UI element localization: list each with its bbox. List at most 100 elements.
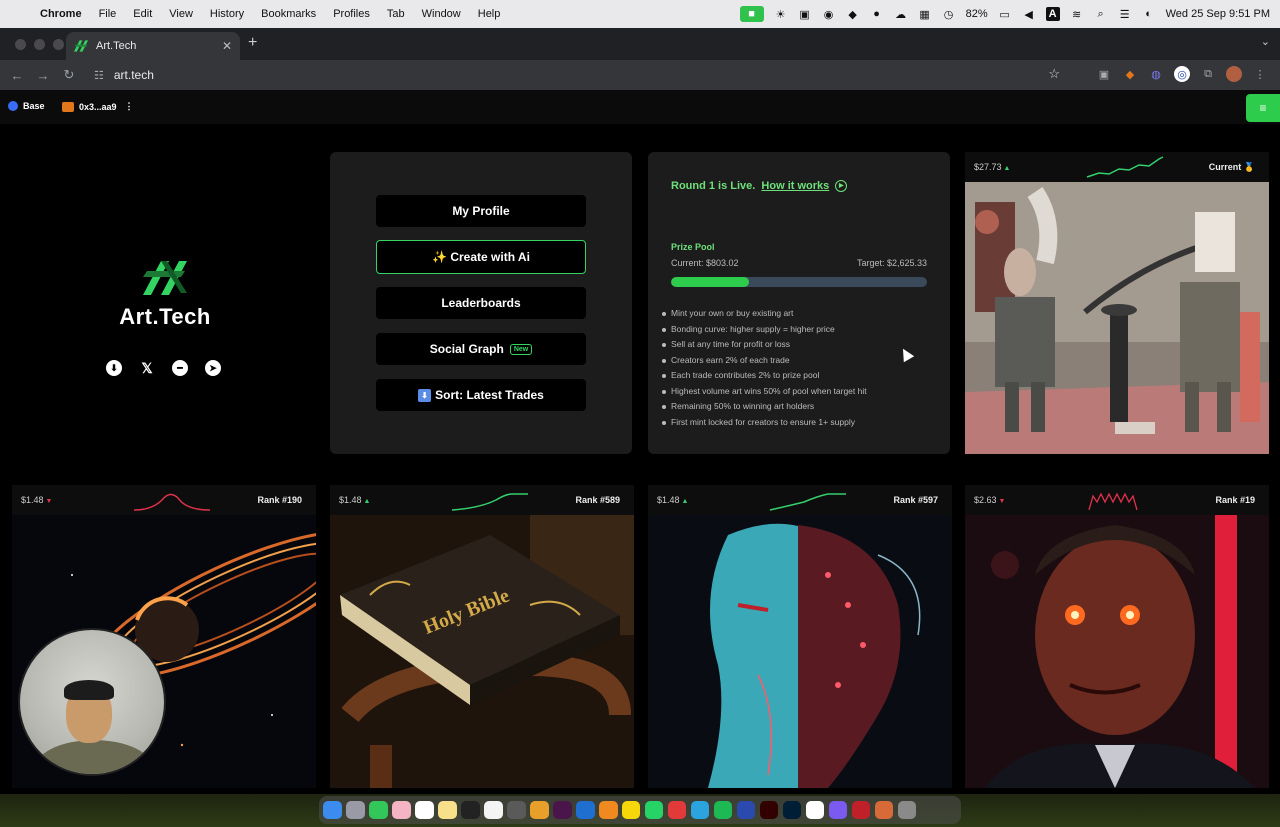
x-twitter-icon[interactable]: 𝕏 xyxy=(139,360,155,376)
news-icon[interactable] xyxy=(483,800,503,820)
play-circle-icon[interactable]: ▶ xyxy=(835,180,848,193)
cloud-icon[interactable]: ☁ xyxy=(894,7,908,21)
menu-tab[interactable]: Tab xyxy=(387,8,405,20)
dev-app-icon[interactable] xyxy=(667,800,687,820)
notes-icon[interactable] xyxy=(437,800,457,820)
art-image-surreal-meeting[interactable] xyxy=(965,182,1269,454)
profile-avatar-icon[interactable] xyxy=(1226,66,1242,82)
chain-selector[interactable]: Base xyxy=(8,101,45,111)
trash-icon[interactable] xyxy=(897,800,917,820)
leaderboards-button[interactable]: Leaderboards xyxy=(376,287,586,319)
art-image-cyborg-woman[interactable] xyxy=(648,515,952,788)
menu-help[interactable]: Help xyxy=(478,8,501,20)
address-bar[interactable]: ☷ art.tech ☆ xyxy=(88,63,1068,87)
close-tab-icon[interactable]: ✕ xyxy=(222,39,232,53)
whatsapp-icon[interactable] xyxy=(644,800,664,820)
rule-item: First mint locked for creators to ensure… xyxy=(662,415,867,431)
menu-history[interactable]: History xyxy=(210,8,244,20)
menu-file[interactable]: File xyxy=(99,8,117,20)
launchpad-icon[interactable] xyxy=(345,800,365,820)
extension-1-icon[interactable]: ▣ xyxy=(1096,66,1112,82)
extension-4-icon[interactable]: ◎ xyxy=(1174,66,1190,82)
tab-search-icon[interactable]: ⌄ xyxy=(1261,35,1270,48)
calendar-icon[interactable] xyxy=(414,800,434,820)
art-card[interactable]: $2.63 ▼ Rank #19 xyxy=(965,485,1269,788)
photos-icon[interactable] xyxy=(391,800,411,820)
app-tray-icon[interactable]: ◆ xyxy=(846,7,860,21)
terminal-icon[interactable] xyxy=(460,800,480,820)
art-tech-logo-icon xyxy=(143,261,187,295)
active-tab[interactable]: Art.Tech ✕ xyxy=(66,32,240,60)
clock-icon[interactable]: ◷ xyxy=(942,7,956,21)
close-window-button[interactable] xyxy=(15,39,26,50)
art-card[interactable]: $1.48 ▲ Rank #597 xyxy=(648,485,952,788)
site-menu-button[interactable]: ≡ xyxy=(1246,94,1280,122)
photoshop-icon[interactable] xyxy=(782,800,802,820)
featured-art-card[interactable]: $27.73 ▲ Current 🥇 xyxy=(965,152,1269,454)
compass-icon[interactable]: ◉ xyxy=(822,7,836,21)
art-image-holy-bible[interactable]: Holy Bible xyxy=(330,515,634,788)
create-with-ai-button[interactable]: ✨ Create with Ai xyxy=(376,240,586,274)
extension-3-icon[interactable]: ◍ xyxy=(1148,66,1164,82)
telegram-icon[interactable]: ➤ xyxy=(205,360,221,376)
site-info-icon[interactable]: ☷ xyxy=(94,69,104,82)
wallet-more-icon[interactable]: ⋮ xyxy=(125,101,134,112)
record-icon[interactable]: ● xyxy=(870,7,884,21)
brand-logo[interactable]: Art.Tech xyxy=(100,257,230,330)
metamask-extension-icon[interactable]: ◆ xyxy=(1122,66,1138,82)
control-center-icon[interactable]: ☰ xyxy=(1118,7,1132,21)
search-icon[interactable]: ⌕ xyxy=(1094,7,1108,21)
menubar-clock[interactable]: Wed 25 Sep 9:51 PM xyxy=(1166,8,1270,20)
chrome-icon[interactable] xyxy=(529,800,549,820)
forward-icon[interactable]: → xyxy=(30,68,56,83)
finder-icon[interactable] xyxy=(323,800,342,820)
art-card[interactable]: $1.48 ▲ Rank #589 Holy Bible xyxy=(330,485,634,788)
menu-bookmarks[interactable]: Bookmarks xyxy=(261,8,316,20)
new-tab-icon[interactable]: + xyxy=(248,34,257,52)
url-text[interactable]: art.tech xyxy=(114,68,154,82)
extensions-puzzle-icon[interactable]: ⧉ xyxy=(1200,66,1216,82)
calculator-icon[interactable] xyxy=(506,800,526,820)
menu-profiles[interactable]: Profiles xyxy=(333,8,370,20)
my-profile-button[interactable]: My Profile xyxy=(376,195,586,227)
telegram-dock-icon[interactable] xyxy=(690,800,710,820)
vscode-icon[interactable] xyxy=(575,800,595,820)
reload-icon[interactable]: ↻ xyxy=(56,67,82,83)
siri-icon[interactable]: ◐ xyxy=(1142,7,1156,21)
minimize-window-button[interactable] xyxy=(34,39,45,50)
wifi-icon[interactable]: ≋ xyxy=(1070,7,1084,21)
sun-icon[interactable]: ☀ xyxy=(774,7,788,21)
battery-icon[interactable]: ▭ xyxy=(998,7,1012,21)
settings-icon[interactable] xyxy=(828,800,848,820)
download-icon[interactable]: ⬇ xyxy=(106,360,122,376)
chrome-menu-icon[interactable]: ⋮ xyxy=(1252,66,1268,82)
preview-icon[interactable] xyxy=(874,800,894,820)
wallet-button[interactable]: 0x3...aa9 ⋮ xyxy=(62,101,134,112)
kakaotalk-icon[interactable] xyxy=(621,800,641,820)
zoom-icon[interactable] xyxy=(736,800,756,820)
menu-window[interactable]: Window xyxy=(422,8,461,20)
social-graph-button[interactable]: Social Graph New xyxy=(376,333,586,365)
art-image-red-eyed-man[interactable] xyxy=(965,515,1269,788)
safari-icon[interactable] xyxy=(805,800,825,820)
spotify-icon[interactable] xyxy=(713,800,733,820)
volume-icon[interactable]: ◀ xyxy=(1022,7,1036,21)
farcaster-icon[interactable]: ━ xyxy=(172,360,188,376)
slack-icon[interactable] xyxy=(552,800,572,820)
zoom-window-button[interactable] xyxy=(53,39,64,50)
bookmark-star-icon[interactable]: ☆ xyxy=(1048,66,1060,82)
menu-app-name[interactable]: Chrome xyxy=(40,8,82,20)
grid-icon[interactable]: ▦ xyxy=(918,7,932,21)
input-source-icon[interactable]: A xyxy=(1045,7,1060,21)
illustrator-icon[interactable] xyxy=(759,800,779,820)
menu-view[interactable]: View xyxy=(169,8,193,20)
sort-button[interactable]: ⬇ Sort: Latest Trades xyxy=(376,379,586,411)
screenshot-icon[interactable]: ▣ xyxy=(798,7,812,21)
acrobat-icon[interactable] xyxy=(851,800,871,820)
menu-edit[interactable]: Edit xyxy=(133,8,152,20)
sublime-icon[interactable] xyxy=(598,800,618,820)
messages-icon[interactable] xyxy=(368,800,388,820)
how-it-works-link[interactable]: How it works xyxy=(761,180,829,192)
facetime-icon[interactable]: ■ xyxy=(739,6,764,22)
back-icon[interactable]: ← xyxy=(4,68,30,83)
